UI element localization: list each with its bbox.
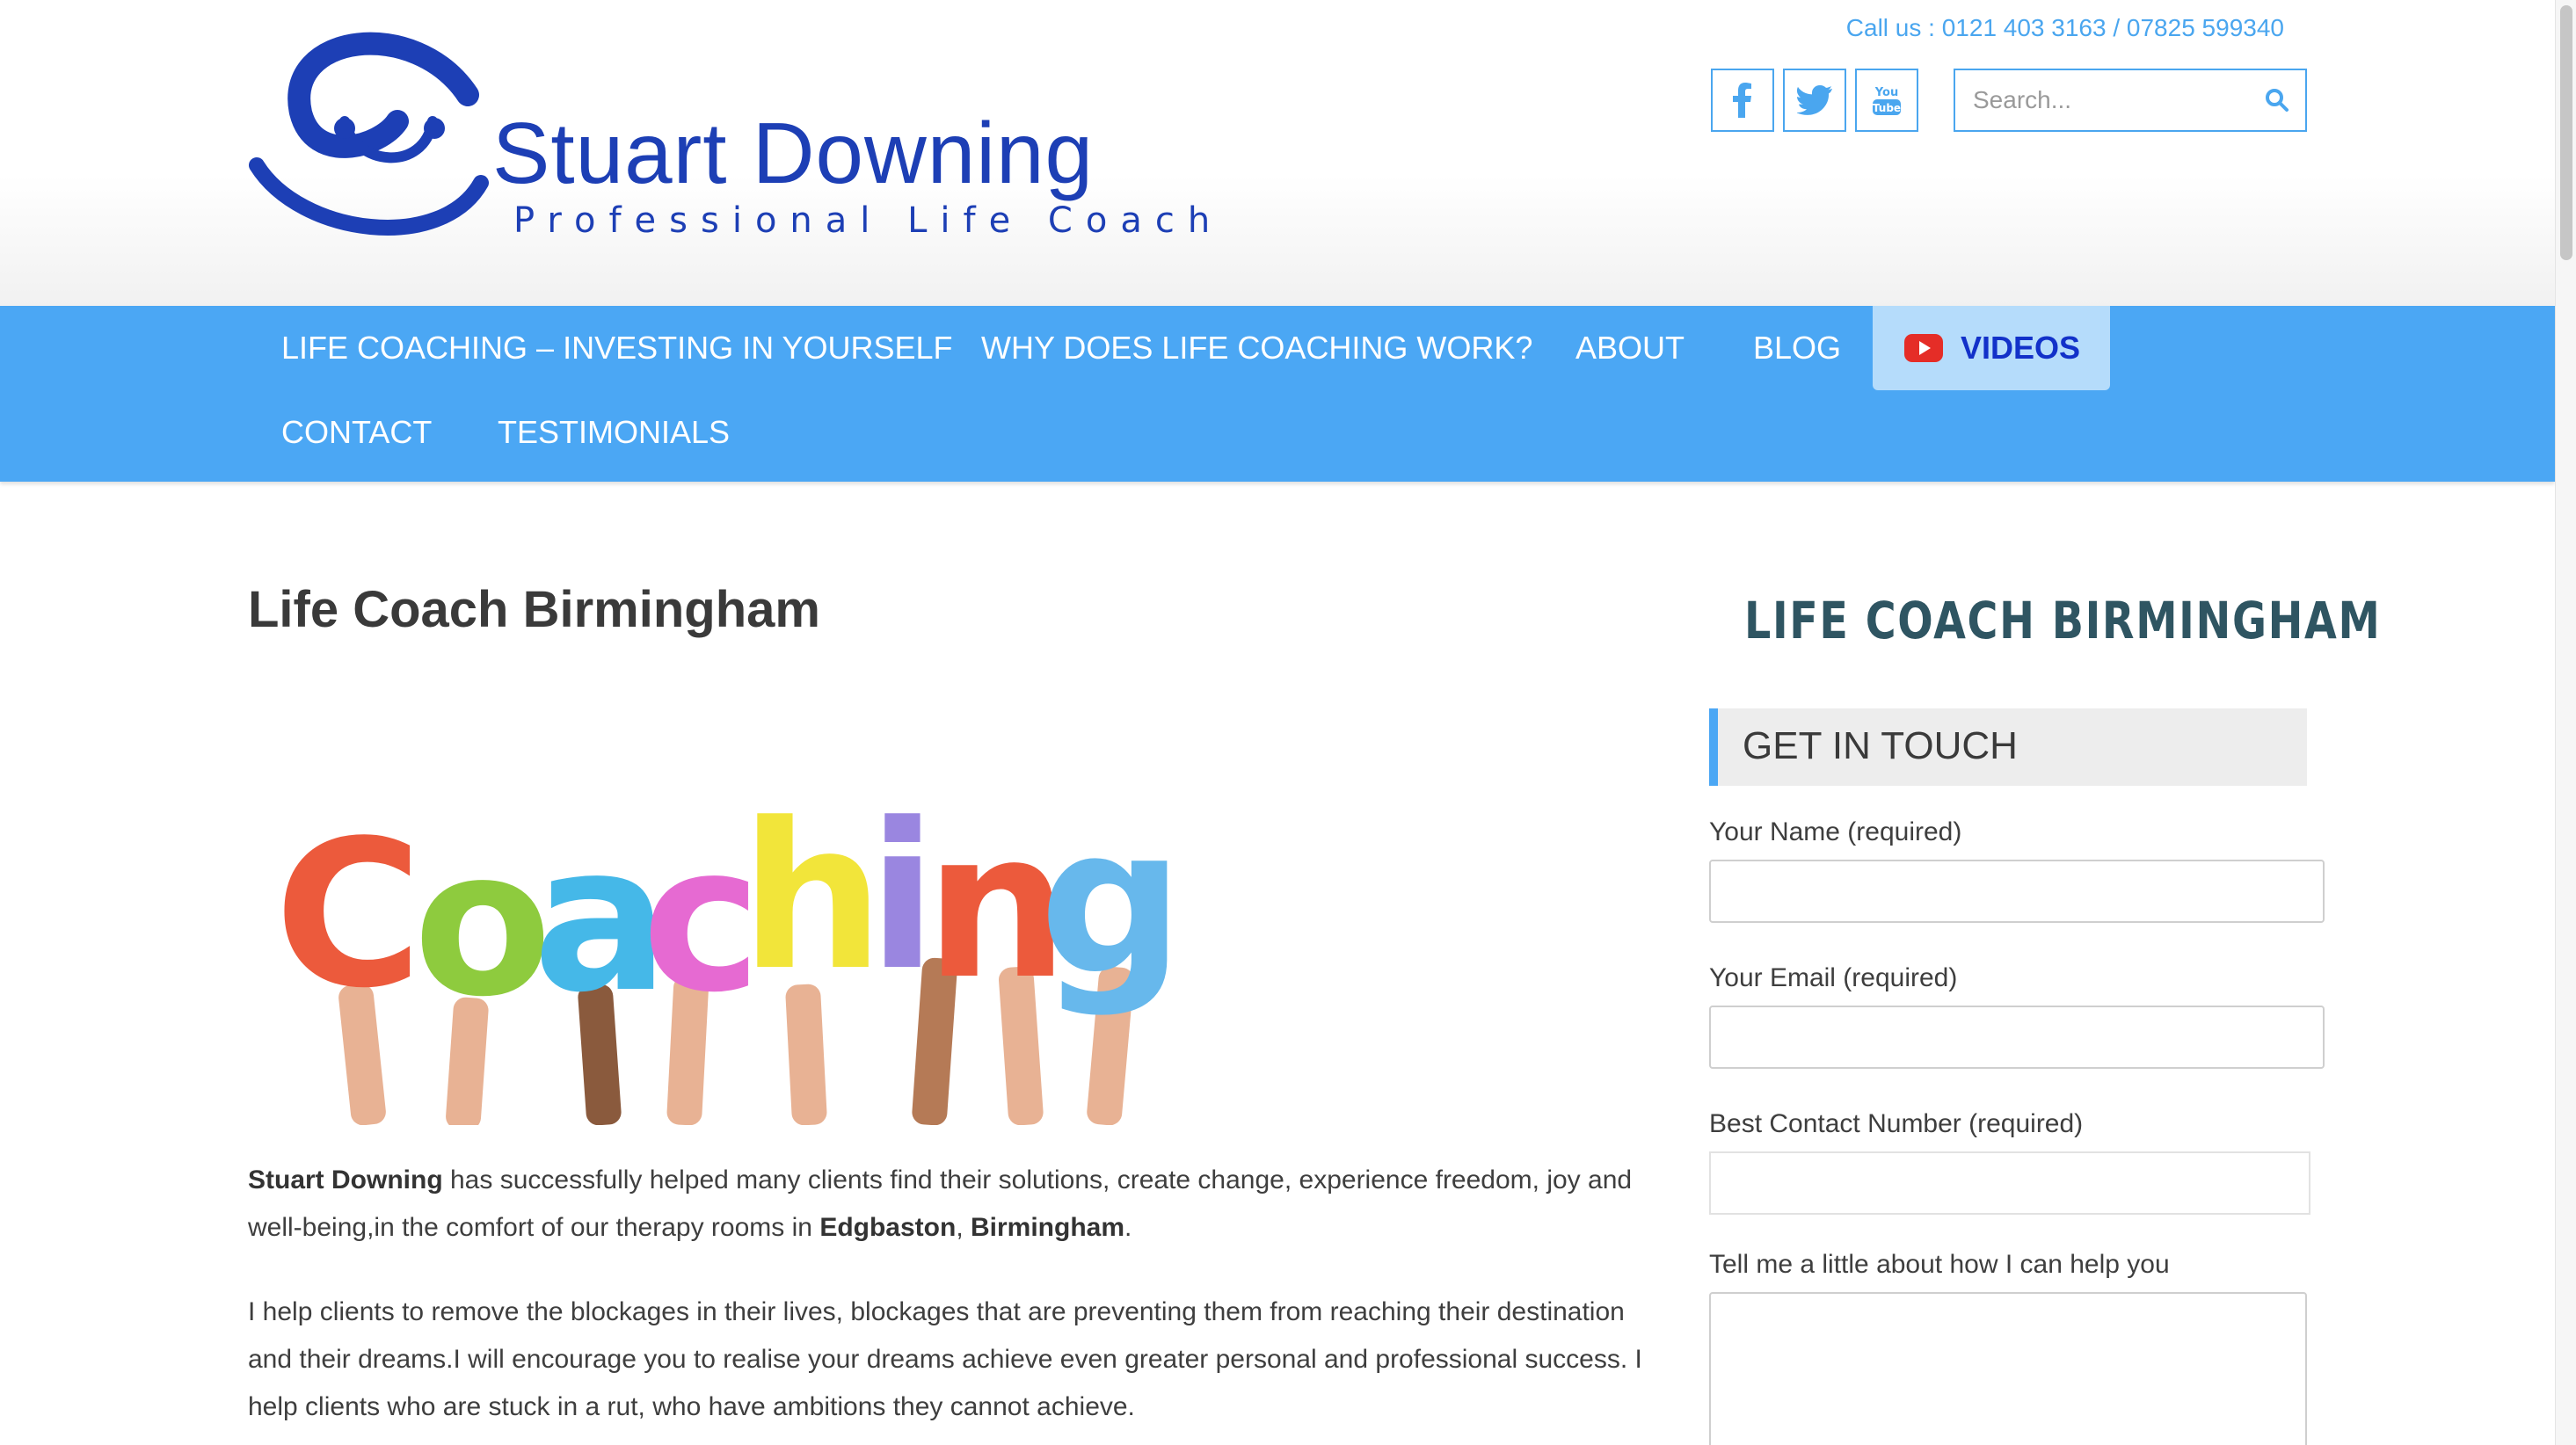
sidebar-banner: LIFE COACH BIRMINGHAM (1744, 591, 2382, 650)
twitter-button[interactable] (1783, 69, 1846, 132)
intro-location-2: Birmingham (970, 1213, 1125, 1242)
search-box (1954, 69, 2307, 132)
svg-text:Tube: Tube (1873, 102, 1901, 114)
twitter-icon (1797, 85, 1832, 115)
logo-name: Stuart Downing (492, 105, 1095, 201)
hero-letter: g (1039, 785, 1180, 1020)
facebook-button[interactable] (1711, 69, 1774, 132)
intro-text-3: . (1124, 1213, 1132, 1242)
scrollbar-thumb[interactable] (2560, 5, 2572, 260)
nav-item-videos[interactable]: VIDEOS (1873, 306, 2110, 390)
message-field[interactable] (1711, 1294, 2305, 1445)
name-field-wrap (1709, 860, 2325, 923)
main-nav: LIFE COACHING – INVESTING IN YOURSELF WH… (0, 306, 2555, 482)
phone-field[interactable] (1711, 1153, 2309, 1213)
nav-item-testimonials[interactable]: TESTIMONIALS (498, 390, 730, 475)
youtube-icon: You Tube (1873, 86, 1901, 115)
nav-item-life-coaching[interactable]: LIFE COACHING – INVESTING IN YOURSELF (281, 306, 953, 390)
nav-item-about[interactable]: ABOUT (1575, 306, 1685, 390)
email-field[interactable] (1711, 1007, 2323, 1067)
coaching-hero-image: C o a c h i n g (248, 765, 1184, 1130)
logo-tagline: Professional Life Coach (513, 200, 1224, 241)
second-paragraph: I help clients to remove the blockages i… (248, 1297, 1642, 1421)
page-scrollbar[interactable] (2555, 0, 2576, 1445)
message-field-wrap (1709, 1292, 2307, 1445)
hero-illustration: C o a c h i n g (274, 781, 1184, 1130)
hero-letter: C (274, 798, 423, 1033)
search-input[interactable] (1955, 70, 2245, 130)
nav-item-videos-label: VIDEOS (1961, 330, 2081, 366)
nav-item-blog[interactable]: BLOG (1753, 306, 1841, 390)
intro-location-1: Edgbaston (819, 1213, 957, 1242)
get-in-touch-title: GET IN TOUCH (1743, 724, 2018, 767)
name-label: Your Name (required) (1709, 817, 1962, 846)
facebook-icon (1733, 83, 1751, 118)
site-logo[interactable]: Stuart Downing Professional Life Coach (248, 16, 1210, 253)
message-label: Tell me a little about how I can help yo… (1709, 1250, 2170, 1279)
site-header: Stuart Downing Professional Life Coach C… (0, 0, 2555, 306)
intro-paragraph: Stuart Downing has successfully helped m… (248, 1157, 1672, 1252)
intro-name: Stuart Downing (248, 1165, 443, 1194)
phone-label: Best Contact Number (required) (1709, 1109, 2084, 1138)
search-icon[interactable] (2265, 88, 2289, 113)
youtube-button[interactable]: You Tube (1855, 69, 1918, 132)
get-in-touch-heading: GET IN TOUCH (1709, 708, 2307, 786)
hero-letter: h (740, 781, 884, 1015)
svg-text:You: You (1874, 86, 1898, 99)
email-label: Your Email (required) (1709, 963, 1958, 992)
nav-item-contact[interactable]: CONTACT (281, 390, 432, 475)
phone-field-wrap (1709, 1151, 2310, 1215)
logo-swirl-icon (249, 32, 489, 236)
intro-text-2: , (956, 1213, 971, 1242)
call-us-text[interactable]: Call us : 0121 403 3163 / 07825 599340 (1846, 14, 2284, 42)
hero-letter: o (413, 807, 552, 1042)
email-field-wrap (1709, 1006, 2325, 1069)
youtube-play-icon (1904, 334, 1943, 362)
page-title: Life Coach Birmingham (248, 581, 820, 638)
name-field[interactable] (1711, 861, 2323, 921)
nav-item-why-life-coaching[interactable]: WHY DOES LIFE COACHING WORK? (981, 306, 1532, 390)
